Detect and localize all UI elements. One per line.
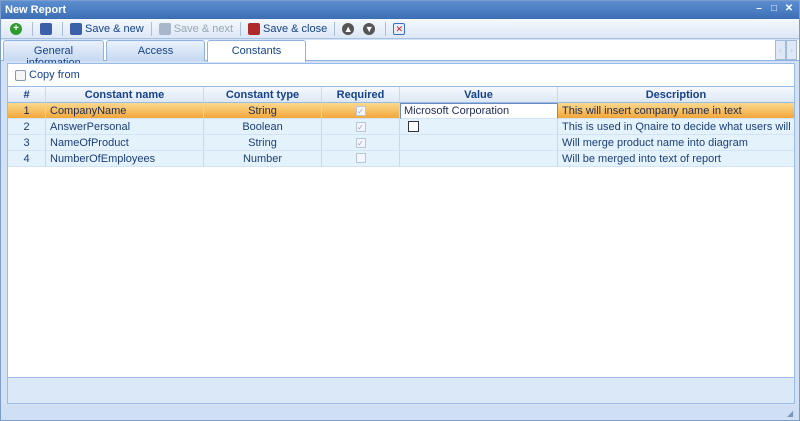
window-title: New Report bbox=[5, 4, 67, 16]
copy-icon bbox=[15, 69, 26, 81]
status-bar: ◢ bbox=[1, 406, 799, 420]
column-header-number[interactable]: # bbox=[8, 87, 46, 103]
arrow-down-icon: ▼ bbox=[363, 22, 376, 35]
row-number: 2 bbox=[8, 119, 46, 135]
constant-type-cell[interactable]: String bbox=[204, 135, 322, 151]
required-checkbox[interactable]: ✓ bbox=[355, 106, 366, 116]
required-cell[interactable]: ✓ bbox=[322, 103, 400, 119]
column-header-value[interactable]: Value bbox=[400, 87, 558, 103]
resize-grip-icon[interactable]: ◢ bbox=[787, 409, 797, 419]
value-cell[interactable] bbox=[400, 135, 558, 151]
value-editor-input[interactable]: Microsoft Corporation bbox=[400, 103, 558, 119]
maximize-icon[interactable]: □ bbox=[768, 3, 780, 15]
value-cell[interactable] bbox=[400, 151, 558, 167]
description-cell[interactable]: Will merge product name into diagram bbox=[558, 135, 794, 151]
save-icon bbox=[70, 22, 82, 35]
toolbar: + Save & new Save & next Save & close ▲ … bbox=[1, 19, 799, 39]
constants-panel: Copy from # Constant name Constant type … bbox=[7, 63, 795, 404]
description-cell[interactable]: Will be merged into text of report bbox=[558, 151, 794, 167]
required-checkbox[interactable] bbox=[355, 153, 366, 163]
description-cell[interactable]: This will insert company name in text bbox=[558, 103, 794, 119]
value-cell[interactable] bbox=[400, 119, 558, 135]
value-checkbox[interactable] bbox=[408, 121, 419, 132]
tab-access[interactable]: Access bbox=[106, 40, 205, 61]
row-number: 3 bbox=[8, 135, 46, 151]
move-up-button[interactable]: ▲ bbox=[339, 20, 360, 38]
save-close-icon bbox=[248, 22, 261, 35]
toolbar-separator bbox=[32, 21, 33, 36]
save-new-label: Save & new bbox=[85, 22, 144, 35]
column-header-required[interactable]: Required bbox=[322, 87, 400, 103]
move-down-button[interactable]: ▼ bbox=[360, 20, 381, 38]
table-row[interactable]: 1 CompanyName String ✓ Microsoft Corpora… bbox=[8, 103, 794, 119]
table-row[interactable]: 4 NumberOfEmployees Number Will be merge… bbox=[8, 151, 794, 167]
toolbar-separator bbox=[150, 21, 152, 36]
description-cell[interactable]: This is used in Qnaire to decide what us… bbox=[558, 119, 794, 135]
save-next-label: Save & next bbox=[173, 22, 234, 35]
column-header-constant-type[interactable]: Constant type bbox=[204, 87, 322, 103]
table-row[interactable]: 2 AnswerPersonal Boolean ✓ This is used … bbox=[8, 119, 794, 135]
constant-type-cell[interactable]: Boolean bbox=[204, 119, 322, 135]
tab-scroll-left-icon[interactable]: ‹ bbox=[775, 40, 786, 60]
save-icon bbox=[40, 22, 52, 35]
close-form-icon: ✕ bbox=[393, 22, 406, 35]
window-titlebar: New Report – □ ✕ bbox=[1, 1, 799, 19]
close-icon[interactable]: ✕ bbox=[783, 3, 795, 15]
constant-name-cell[interactable]: NameOfProduct bbox=[46, 135, 204, 151]
arrow-up-icon: ▲ bbox=[342, 22, 355, 35]
tab-bar: General information Access Constants ‹ › bbox=[1, 40, 799, 69]
save-close-button[interactable]: Save & close bbox=[245, 20, 330, 38]
row-number: 1 bbox=[8, 103, 46, 119]
add-button[interactable]: + bbox=[7, 20, 28, 38]
toolbar-separator bbox=[334, 21, 336, 36]
save-button[interactable] bbox=[37, 20, 58, 38]
toolbar-separator bbox=[240, 21, 242, 36]
constant-name-cell[interactable]: AnswerPersonal bbox=[46, 119, 204, 135]
required-cell[interactable]: ✓ bbox=[322, 135, 400, 151]
toolbar-separator bbox=[385, 21, 387, 36]
tab-constants[interactable]: Constants bbox=[207, 40, 306, 62]
required-cell[interactable] bbox=[322, 151, 400, 167]
constant-type-cell[interactable]: String bbox=[204, 103, 322, 119]
save-close-label: Save & close bbox=[263, 22, 328, 35]
toolbar-separator bbox=[62, 21, 63, 36]
minimize-icon[interactable]: – bbox=[753, 3, 765, 15]
column-header-description[interactable]: Description bbox=[558, 87, 794, 103]
save-icon bbox=[158, 22, 171, 35]
required-cell[interactable]: ✓ bbox=[322, 119, 400, 135]
constant-type-cell[interactable]: Number bbox=[204, 151, 322, 167]
copy-from-label: Copy from bbox=[29, 69, 80, 81]
panel-toolbar: Copy from bbox=[8, 64, 794, 86]
add-icon: + bbox=[10, 22, 22, 35]
save-next-button[interactable]: Save & next bbox=[156, 20, 236, 38]
constants-grid: # Constant name Constant type Required V… bbox=[8, 86, 794, 378]
column-header-constant-name[interactable]: Constant name bbox=[46, 87, 204, 103]
required-checkbox[interactable]: ✓ bbox=[355, 138, 366, 148]
copy-from-button[interactable]: Copy from bbox=[12, 66, 83, 84]
tab-scroll-right-icon[interactable]: › bbox=[786, 40, 797, 60]
close-form-button[interactable]: ✕ bbox=[390, 20, 411, 38]
tab-scroller: ‹ › bbox=[775, 40, 797, 60]
grid-header: # Constant name Constant type Required V… bbox=[8, 87, 794, 103]
constant-name-cell[interactable]: NumberOfEmployees bbox=[46, 151, 204, 167]
save-new-button[interactable]: Save & new bbox=[67, 20, 147, 38]
constant-name-cell[interactable]: CompanyName bbox=[46, 103, 204, 119]
row-number: 4 bbox=[8, 151, 46, 167]
required-checkbox[interactable]: ✓ bbox=[355, 122, 366, 132]
grid-footer-bar bbox=[8, 377, 794, 403]
tab-general-information[interactable]: General information bbox=[3, 40, 104, 69]
report-window: New Report – □ ✕ + Save & new Save & nex… bbox=[0, 0, 800, 421]
table-row[interactable]: 3 NameOfProduct String ✓ Will merge prod… bbox=[8, 135, 794, 151]
